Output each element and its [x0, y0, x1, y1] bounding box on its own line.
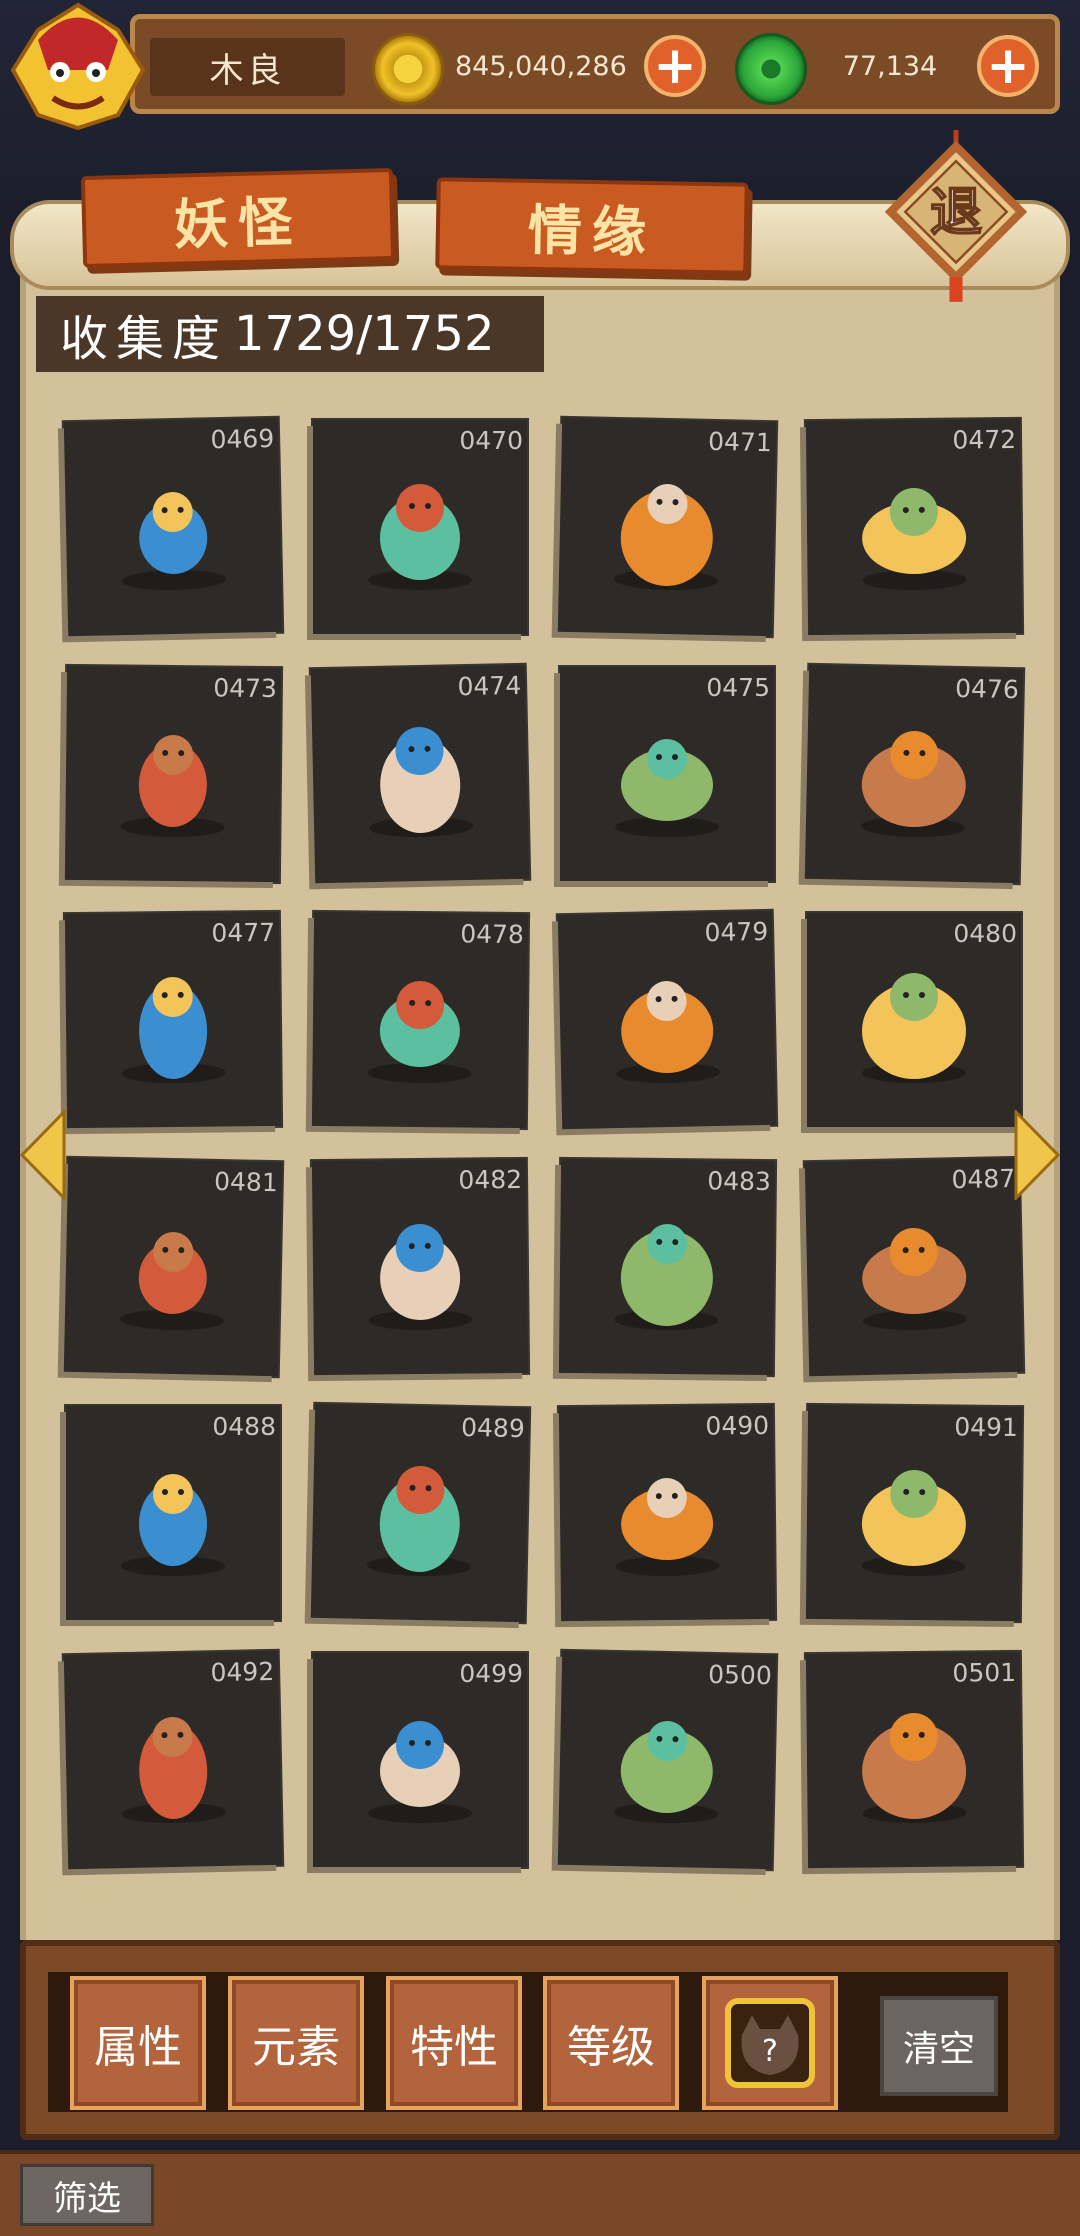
monster-card[interactable]: 0483 [558, 1158, 776, 1376]
monster-number: 0472 [952, 424, 1017, 455]
monster-number: 0489 [460, 1412, 526, 1444]
monster-card[interactable]: 0487 [804, 1157, 1024, 1377]
filter-title-button[interactable]: 筛选 [20, 2164, 154, 2226]
unknown-monster-icon: ? [725, 1998, 815, 2088]
monster-card[interactable]: 0471 [557, 417, 777, 637]
jade-amount: 77,134 [842, 50, 938, 82]
monster-number: 0473 [213, 673, 278, 704]
bottom-band [0, 2150, 1080, 2236]
monster-number: 0482 [458, 1164, 523, 1195]
filter-unknown-monster-button[interactable]: ? [702, 1976, 838, 2110]
monster-card[interactable]: 0488 [66, 1406, 280, 1620]
monster-number: 0500 [707, 1659, 773, 1691]
monster-number: 0474 [457, 670, 522, 702]
tab-affinity[interactable]: 情缘 [435, 177, 749, 275]
player-avatar-demon-mask-icon[interactable] [8, 0, 148, 130]
monster-number: 0470 [459, 426, 523, 455]
gold-coin-icon [372, 33, 444, 105]
monster-card[interactable]: 0476 [804, 664, 1024, 884]
monster-card[interactable]: 0472 [805, 418, 1023, 636]
monster-card[interactable]: 0473 [64, 665, 282, 883]
filter-trait-button[interactable]: 特性 [386, 1976, 522, 2110]
monster-number: 0481 [213, 1166, 279, 1198]
monster-card[interactable]: 0491 [805, 1404, 1023, 1622]
monster-number: 0480 [953, 919, 1017, 948]
exit-label: 退 [930, 182, 982, 243]
monster-number: 0478 [460, 919, 525, 950]
monster-card[interactable]: 0480 [807, 913, 1021, 1127]
monster-card[interactable]: 0500 [557, 1650, 777, 1870]
next-page-arrow-icon[interactable] [1014, 1110, 1060, 1200]
monster-number: 0477 [211, 917, 276, 948]
filter-level-button[interactable]: 等级 [543, 1976, 679, 2110]
monster-number: 0488 [212, 1412, 276, 1441]
monster-number: 0475 [706, 673, 770, 702]
monster-card[interactable]: 0478 [311, 911, 529, 1129]
collection-label: 收集度 [60, 311, 229, 367]
monster-card[interactable]: 0477 [64, 911, 282, 1129]
monster-number: 0501 [952, 1657, 1017, 1688]
monster-number: 0469 [210, 423, 275, 455]
monster-number: 0492 [210, 1656, 275, 1688]
clear-filters-button[interactable]: 清空 [880, 1996, 998, 2096]
add-gold-button[interactable]: + [644, 35, 706, 97]
monster-card[interactable]: 0499 [313, 1653, 527, 1867]
monster-number: 0499 [459, 1659, 523, 1688]
monster-card[interactable]: 0481 [63, 1157, 283, 1377]
monster-card[interactable]: 0479 [557, 910, 777, 1130]
exit-button[interactable]: 退 [866, 130, 1046, 310]
monster-number: 0483 [707, 1166, 772, 1197]
monster-number: 0487 [951, 1163, 1016, 1195]
monster-card[interactable]: 0489 [310, 1403, 530, 1623]
monster-number: 0490 [705, 1410, 770, 1441]
tab-yokai[interactable]: 妖怪 [80, 167, 396, 269]
monster-number: 0476 [954, 673, 1020, 705]
monster-card[interactable]: 0501 [805, 1651, 1023, 1869]
jade-coin-icon [735, 33, 807, 105]
player-name: 木良 [209, 50, 286, 91]
add-jade-button[interactable]: + [977, 35, 1039, 97]
monster-card[interactable]: 0482 [311, 1158, 529, 1376]
previous-page-arrow-icon[interactable] [20, 1110, 66, 1200]
monster-number: 0471 [707, 426, 773, 458]
filter-element-button[interactable]: 元素 [228, 1976, 364, 2110]
collection-progress: 收集度 1729/1752 [36, 296, 544, 372]
collection-count: 1729/1752 [234, 306, 495, 362]
monster-card[interactable]: 0469 [63, 417, 283, 637]
unknown-symbol: ? [762, 2034, 778, 2069]
monster-card[interactable]: 0470 [313, 420, 527, 634]
monster-card[interactable]: 0492 [63, 1650, 283, 1870]
monster-card[interactable]: 0490 [558, 1404, 776, 1622]
monster-number: 0491 [954, 1412, 1019, 1443]
filter-attribute-button[interactable]: 属性 [70, 1976, 206, 2110]
monster-card[interactable]: 0475 [560, 667, 774, 881]
monster-number: 0479 [704, 916, 769, 948]
gold-amount: 845,040,286 [455, 50, 627, 82]
monster-card[interactable]: 0474 [310, 664, 530, 884]
